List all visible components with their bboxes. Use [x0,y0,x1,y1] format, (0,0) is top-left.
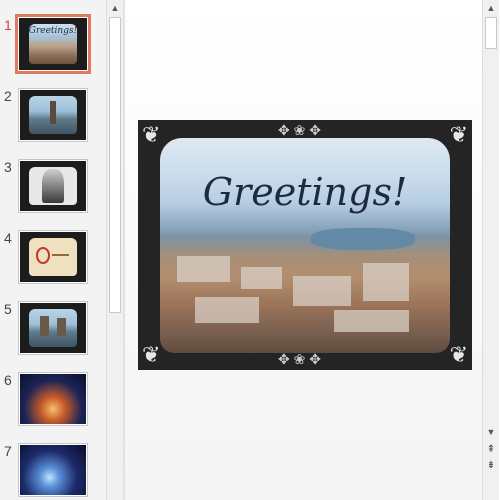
thumbnail-frame[interactable] [18,301,88,355]
ornament-icon: ❦ [449,342,468,367]
thumbnail-frame[interactable] [18,443,88,497]
slide-number: 2 [4,88,12,104]
thumbnail-frame[interactable] [18,230,88,284]
thumbnail-slide-5[interactable]: 5 [0,301,107,367]
ornament-icon: ❦ [449,122,468,147]
thumbnail-frame[interactable]: Greetings! [15,14,91,74]
thumbnail-slide-7[interactable]: 7 [0,443,107,500]
thumbnail-slide-4[interactable]: 4 [0,230,107,296]
slide-number: 7 [4,443,12,459]
slide-number: 6 [4,372,12,388]
ornament-icon: ✥ ❀ ✥ [278,122,321,138]
thumbnail-slide-2[interactable]: 2 [0,88,107,154]
slide-canvas[interactable]: ❦ ❦ ❦ ❦ ✥ ❀ ✥ ✥ ❀ ✥ Greetings! [138,120,472,370]
ornament-icon: ✥ ❀ ✥ [278,351,321,367]
slide-thumbnail-pane[interactable]: 1 Greetings! 2 3 4 5 6 7 [0,0,107,500]
thumbnail-title: Greetings! [28,26,78,36]
thumbnail-image [20,161,86,211]
slide-number: 1 [4,17,12,33]
thumbnail-image [20,445,86,495]
ornament-icon: ❦ [142,122,161,147]
scroll-up-icon[interactable]: ▲ [107,0,123,16]
slide-number: 5 [4,301,12,317]
thumbnail-image: Greetings! [19,18,87,70]
slide-scrollbar[interactable]: ▲ ▼ [482,0,499,500]
thumbnail-scroll-thumb[interactable] [109,17,121,313]
ornament-icon: ❦ [142,342,161,367]
thumbnail-slide-6[interactable]: 6 [0,372,107,438]
slide-scroll-thumb[interactable] [485,17,497,49]
slide-title[interactable]: Greetings! [138,170,472,214]
thumbnail-image [20,303,86,353]
next-slide-icon[interactable]: ⇟ [484,460,498,472]
thumbnail-frame[interactable] [18,159,88,213]
scroll-up-icon[interactable]: ▲ [483,0,499,16]
thumbnail-image [20,90,86,140]
scroll-down-icon[interactable]: ▼ [483,424,499,440]
thumbnail-frame[interactable] [18,372,88,426]
slide-number: 3 [4,159,12,175]
thumbnail-image [20,232,86,282]
thumbnail-scrollbar[interactable]: ▲ [106,0,123,500]
thumbnail-slide-1[interactable]: 1 Greetings! [0,14,107,83]
thumbnail-slide-3[interactable]: 3 [0,159,107,225]
thumbnail-image [20,374,86,424]
slide-editing-area[interactable]: ❦ ❦ ❦ ❦ ✥ ❀ ✥ ✥ ❀ ✥ Greetings! [125,0,482,500]
slide-number: 4 [4,230,12,246]
previous-slide-icon[interactable]: ⇞ [484,444,498,456]
thumbnail-frame[interactable] [18,88,88,142]
